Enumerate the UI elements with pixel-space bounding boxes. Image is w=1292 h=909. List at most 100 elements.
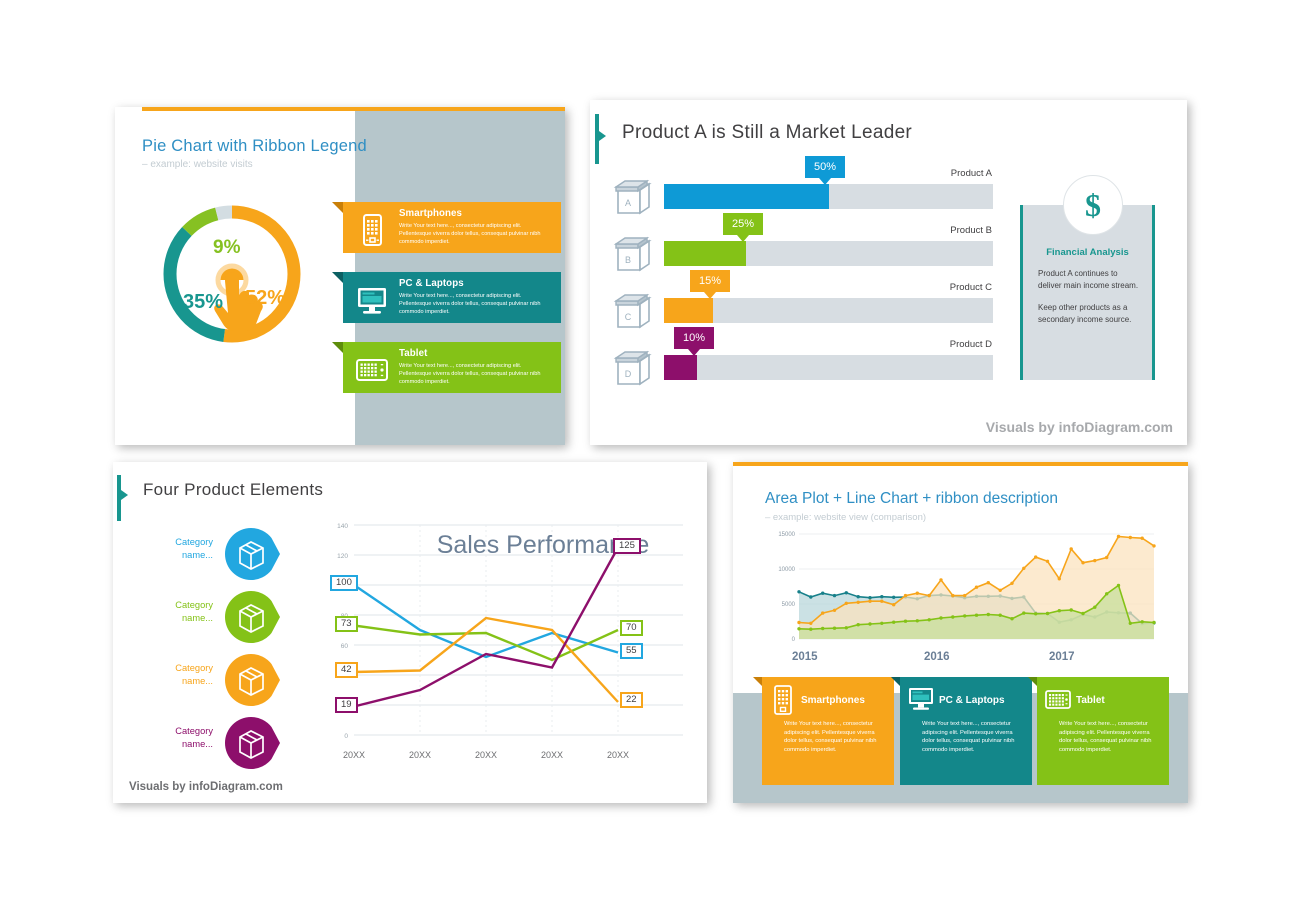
- data-point: [1045, 611, 1050, 616]
- callout-value: 25%: [731, 218, 755, 230]
- ribbon-smartphones[interactable]: Smartphones Write Your text here..., con…: [753, 677, 894, 785]
- data-point: [892, 620, 896, 624]
- data-point: [880, 595, 884, 599]
- svg-text:20XX: 20XX: [541, 750, 563, 760]
- data-point: [986, 612, 990, 617]
- category-row-1[interactable]: Category name...: [151, 525, 296, 583]
- box-letter: D: [625, 369, 632, 379]
- bar-fill: [664, 355, 697, 380]
- data-point: [1057, 577, 1061, 581]
- svg-text:0: 0: [792, 637, 796, 643]
- value-label-73: 73: [335, 616, 358, 633]
- value-label-125: 125: [613, 538, 641, 555]
- box-letter: C: [625, 312, 632, 322]
- slide-market-leader[interactable]: Product A is Still a Market Leader A Pro…: [590, 100, 1187, 445]
- category-row-2[interactable]: Category name...: [151, 588, 296, 646]
- data-point: [821, 591, 825, 595]
- ribbon-title: PC & Laptops: [939, 694, 1005, 706]
- value-label-42: 42: [335, 662, 358, 679]
- category-row-3[interactable]: Category name...: [151, 651, 296, 709]
- ribbon-title: Smartphones: [399, 208, 463, 219]
- ribbon-title: Tablet: [1076, 694, 1105, 706]
- bar-track: [664, 298, 993, 323]
- value-callout: 15%: [690, 270, 730, 299]
- data-point: [892, 603, 896, 607]
- box-icon-a: A: [612, 178, 656, 218]
- category-row-4[interactable]: Category name...: [151, 714, 296, 772]
- data-point: [986, 581, 990, 585]
- svg-text:20XX: 20XX: [475, 750, 497, 760]
- slide3-footer: Visuals by infoDiagram.com: [129, 781, 283, 793]
- ribbon-fold: [753, 677, 762, 686]
- data-point: [1057, 609, 1061, 613]
- category-label: Category name...: [175, 537, 213, 561]
- panel-right-bar: [1152, 205, 1155, 380]
- callout-value: 15%: [698, 275, 722, 287]
- value-label-70: 70: [620, 620, 643, 637]
- svg-text:60: 60: [341, 643, 349, 650]
- bar-fill: [664, 184, 829, 209]
- ribbon-fold: [332, 202, 343, 213]
- donut-chart: 9% 35% 52%: [157, 199, 307, 349]
- dollar-icon: $: [1063, 175, 1123, 235]
- value-label-19: 19: [335, 697, 358, 714]
- box-letter: A: [625, 198, 631, 208]
- ribbon-fold: [332, 342, 343, 353]
- data-point: [832, 593, 837, 598]
- box-letter: B: [625, 255, 631, 265]
- data-point: [809, 621, 813, 625]
- data-point: [1140, 620, 1144, 624]
- data-point: [915, 619, 919, 623]
- ribbon-text: Write Your text here..., consectetur adi…: [399, 363, 541, 386]
- svg-text:5000: 5000: [782, 602, 796, 608]
- data-point: [856, 623, 860, 627]
- value-label-100: 100: [330, 575, 358, 592]
- data-point: [1116, 583, 1121, 588]
- data-point: [809, 595, 813, 599]
- data-point: [880, 599, 884, 603]
- data-point: [1022, 566, 1026, 570]
- panel-paragraph-1: Product A continues to deliver main inco…: [1038, 269, 1139, 290]
- data-point: [880, 621, 884, 625]
- data-point: [832, 608, 837, 612]
- teal-accent-marker: [595, 114, 606, 164]
- ribbon-title: Smartphones: [801, 694, 865, 706]
- ribbon-text: Write Your text here..., consectetur adi…: [922, 721, 1015, 754]
- ribbon-tablet[interactable]: Tablet Write Your text here..., consecte…: [1028, 677, 1169, 785]
- data-point: [868, 596, 872, 600]
- ribbon-smartphones[interactable]: Smartphones Write Your text here..., con…: [332, 202, 561, 254]
- bar-track: [664, 184, 993, 209]
- slide-four-product-elements[interactable]: Four Product Elements Category name... C…: [113, 462, 707, 803]
- ribbon-tablet[interactable]: Tablet Write Your text here..., consecte…: [332, 342, 561, 394]
- orange-top-bar: [142, 107, 565, 111]
- ribbon-pc-laptops[interactable]: PC & Laptops Write Your text here..., co…: [332, 272, 561, 324]
- svg-text:20XX: 20XX: [607, 750, 629, 760]
- ribbon-pc-laptops[interactable]: PC & Laptops Write Your text here..., co…: [891, 677, 1032, 785]
- data-point: [821, 611, 825, 615]
- panel-left-bar: [1020, 205, 1023, 380]
- data-point: [915, 591, 919, 595]
- svg-text:140: 140: [337, 523, 348, 530]
- value-callout: 50%: [805, 156, 845, 185]
- product-label: Product A: [950, 168, 992, 179]
- slide-pie-chart-ribbon-legend[interactable]: Pie Chart with Ribbon Legend – example: …: [115, 107, 565, 445]
- data-point: [868, 599, 872, 603]
- slide4-title: Area Plot + Line Chart + ribbon descript…: [765, 490, 1058, 507]
- data-point: [1069, 608, 1073, 612]
- smartphone-icon: [770, 685, 796, 715]
- data-point: [868, 622, 872, 626]
- callout-pointer: [737, 235, 749, 242]
- data-point: [939, 578, 943, 582]
- svg-text:20XX: 20XX: [343, 750, 365, 760]
- year-label-2015: 2015: [792, 651, 818, 663]
- ribbon-fold: [332, 272, 343, 283]
- category-label: Category name...: [175, 663, 213, 687]
- panel-title: Financial Analysis: [1046, 247, 1129, 258]
- data-point: [844, 626, 848, 630]
- slide1-title: Pie Chart with Ribbon Legend: [142, 137, 367, 155]
- value-label-55: 55: [620, 643, 643, 660]
- sales-performance-chart: 140120100 806040 200 20XX20XX20XX 20XX20…: [308, 520, 688, 770]
- slide-area-plot-line-chart[interactable]: Area Plot + Line Chart + ribbon descript…: [733, 462, 1188, 803]
- data-point: [856, 595, 860, 599]
- data-point: [1093, 558, 1097, 563]
